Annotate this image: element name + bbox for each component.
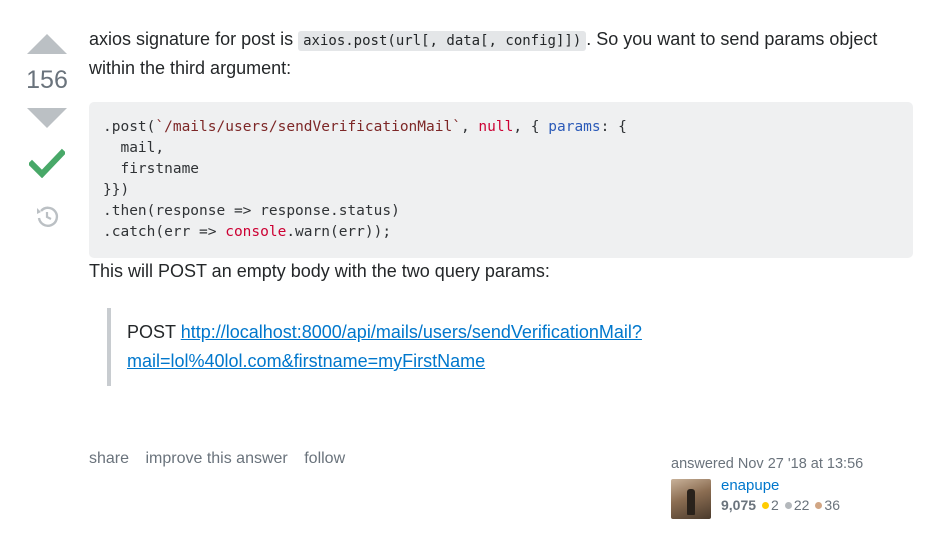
reputation-score: 9,075: [721, 497, 757, 513]
code-line: }}): [103, 182, 130, 198]
user-info-card: answered Nov 27 '18 at 13:56 enapupe 9,0…: [671, 456, 911, 519]
code-token: .catch(err =>: [103, 224, 226, 240]
vote-count: 156: [26, 66, 68, 94]
link-line-2: mail=lol%40lol.com&firstname=myFirstName: [127, 351, 486, 371]
bronze-badge-count: 36: [824, 497, 840, 513]
inline-code: axios.post(url[, data[, config]]): [298, 31, 587, 51]
code-keyword: console: [225, 224, 287, 240]
code-line: mail,: [103, 140, 165, 156]
code-line: firstname: [103, 161, 200, 177]
answered-timestamp: answered Nov 27 '18 at 13:56: [671, 456, 864, 472]
code-keyword: null: [478, 119, 514, 135]
blockquote: POST http://localhost:8000/api/mails/use…: [107, 308, 913, 386]
improve-answer-link[interactable]: improve this answer: [145, 450, 287, 467]
reputation-row: 9,075 2 22 36: [721, 497, 840, 513]
code-token: , {: [513, 119, 549, 135]
silver-badge-icon: [784, 502, 792, 510]
gold-badge-icon: [762, 502, 770, 510]
intro-paragraph: axios signature for post is axios.post(u…: [89, 26, 913, 82]
code-token: : {: [600, 119, 627, 135]
intro-text: axios signature for post is: [89, 29, 299, 49]
silver-badge-count: 22: [793, 497, 810, 513]
user-name-link[interactable]: enapupe: [721, 477, 840, 494]
quote-prefix: POST: [127, 322, 181, 342]
downvote-arrow-icon[interactable]: [27, 108, 67, 128]
history-icon[interactable]: [34, 203, 60, 229]
answer-body: axios signature for post is axios.post(u…: [89, 26, 913, 386]
link-line-1: http://localhost:8000/api/mails/users/se…: [180, 322, 642, 342]
gold-badge-count: 2: [771, 497, 779, 513]
second-paragraph: This will POST an empty body with the tw…: [89, 261, 550, 281]
bronze-badge-icon: [815, 502, 823, 510]
code-line: .then(response => response.status): [103, 203, 400, 219]
upvote-arrow-icon[interactable]: [27, 34, 67, 54]
code-name: params: [548, 119, 601, 135]
share-link[interactable]: share: [89, 450, 129, 467]
code-token: .warn(err));: [286, 224, 392, 240]
follow-link[interactable]: follow: [304, 450, 345, 467]
code-block: .post(`/mails/users/sendVerificationMail…: [89, 102, 913, 258]
avatar[interactable]: [671, 479, 711, 519]
code-string: `/mails/users/sendVerificationMail`: [155, 119, 461, 135]
code-token: ,: [460, 119, 479, 135]
query-url-link[interactable]: http://localhost:8000/api/mails/users/se…: [127, 322, 642, 371]
accepted-check-icon: [27, 148, 67, 179]
vote-cell: 156: [22, 34, 72, 234]
post-menu: share improve this answer follow: [89, 450, 357, 468]
code-token: .post(: [103, 119, 156, 135]
